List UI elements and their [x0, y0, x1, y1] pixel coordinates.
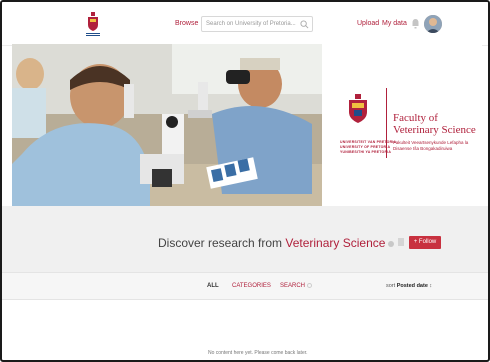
- discover-highlight-link[interactable]: Veterinary Science: [285, 236, 385, 250]
- tab-search-label: SEARCH: [280, 283, 306, 290]
- tab-all[interactable]: ALL: [207, 283, 219, 289]
- tab-search[interactable]: SEARCH: [280, 283, 313, 290]
- university-name: UNIVERSITEIT VAN PRETORIA UNIVERSITY OF …: [340, 140, 396, 155]
- bookmark-icon[interactable]: [398, 238, 404, 246]
- divider: [386, 88, 387, 158]
- university-crest-icon: [349, 94, 367, 123]
- search-input[interactable]: Search on University of Pretoria...: [201, 16, 313, 32]
- app-window: Browse Search on University of Pretoria.…: [0, 0, 490, 362]
- university-logo-icon[interactable]: [84, 12, 102, 38]
- sort-value: Posted date: [396, 283, 428, 289]
- follow-button[interactable]: + Follow: [409, 236, 441, 249]
- search-icon: [307, 283, 313, 288]
- info-icon[interactable]: [388, 240, 395, 247]
- upload-link[interactable]: Upload: [357, 20, 379, 27]
- discover-heading: Discover research from Veterinary Scienc…: [158, 236, 395, 250]
- search-placeholder: Search on University of Pretoria...: [206, 21, 296, 27]
- sort-dropdown[interactable]: sort Posted date ↕: [386, 283, 432, 289]
- sort-prefix: sort: [386, 283, 396, 289]
- search-icon[interactable]: [300, 20, 309, 29]
- tab-categories[interactable]: CATEGORIES: [232, 283, 271, 289]
- top-navigation-bar: Browse Search on University of Pretoria.…: [2, 2, 488, 46]
- discover-prefix: Discover research from: [158, 236, 286, 250]
- my-data-link[interactable]: My data: [382, 20, 407, 27]
- browse-link[interactable]: Browse: [175, 20, 198, 27]
- avatar[interactable]: [424, 15, 442, 33]
- faculty-banner: UNIVERSITEIT VAN PRETORIA UNIVERSITY OF …: [12, 44, 482, 206]
- faculty-brand-panel: UNIVERSITEIT VAN PRETORIA UNIVERSITY OF …: [322, 44, 482, 206]
- university-name-line: YUNIBESITHI YA PRETORIA: [340, 150, 392, 154]
- banner-photo: [12, 44, 322, 206]
- chevron-down-icon: ↕: [429, 283, 433, 289]
- faculty-title: Faculty of Veterinary Science: [393, 112, 476, 136]
- empty-state-message: No content here yet. Please come back la…: [208, 350, 308, 356]
- bell-icon[interactable]: [411, 18, 420, 29]
- faculty-subtitle: Fakulteit Veeartsenykunde Lefapha la Dis…: [393, 140, 469, 151]
